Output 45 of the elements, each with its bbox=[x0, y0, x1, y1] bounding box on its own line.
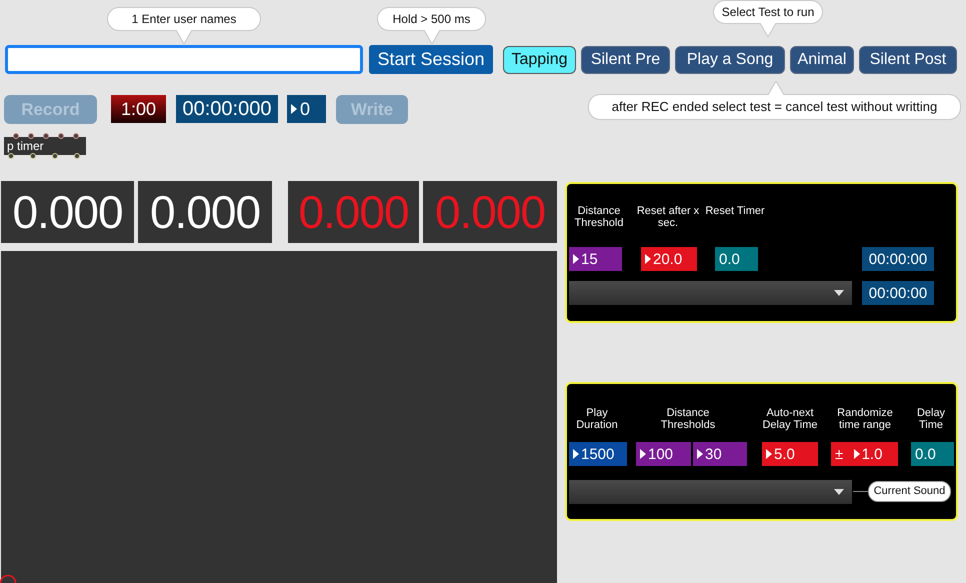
test-tab[interactable]: Silent Post bbox=[859, 46, 957, 74]
test-tab[interactable]: Silent Pre bbox=[581, 46, 670, 74]
clock-display: 00:00:00 bbox=[862, 247, 934, 271]
column-header: Distance Threshold bbox=[574, 205, 624, 229]
test-tab[interactable]: Animal bbox=[790, 46, 854, 74]
number-box[interactable]: 1500 bbox=[569, 442, 627, 466]
callout-pointer-icon bbox=[760, 23, 776, 37]
column-header: Delay Time bbox=[916, 407, 946, 431]
number-box[interactable]: 5.0 bbox=[762, 442, 818, 466]
leader-line bbox=[853, 491, 869, 492]
number-box[interactable]: 0.0 bbox=[911, 442, 954, 466]
start-session-button[interactable]: Start Session bbox=[369, 45, 493, 74]
clock-display: 00:00:000 bbox=[176, 95, 278, 123]
number-readout: 0.000 bbox=[298, 186, 409, 238]
caret-icon bbox=[834, 489, 844, 495]
subpatch-object[interactable]: p timer bbox=[4, 137, 86, 155]
number-readout: 0.000 bbox=[150, 186, 260, 238]
current-sound-label: Current Sound bbox=[868, 481, 951, 502]
number-box[interactable]: 100 bbox=[636, 442, 691, 466]
column-header: Reset after x sec. bbox=[636, 205, 700, 229]
number-box[interactable]: 15 bbox=[569, 247, 622, 271]
caret-icon bbox=[834, 290, 844, 296]
column-header: Play Duration bbox=[575, 407, 619, 431]
dropdown-menu[interactable] bbox=[569, 281, 852, 305]
test-tab[interactable]: Tapping bbox=[503, 46, 576, 74]
number-readout: 0.000 bbox=[434, 186, 546, 238]
number-box[interactable]: 0.0 bbox=[715, 247, 758, 271]
callout-pointer-icon bbox=[424, 30, 440, 44]
column-header: Auto-next Delay Time bbox=[761, 407, 819, 431]
triangle-icon bbox=[291, 104, 297, 114]
column-header: Randomize time range bbox=[836, 407, 894, 431]
callout-pointer-icon bbox=[768, 81, 784, 95]
number-box[interactable]: 20.0 bbox=[641, 247, 697, 271]
countdown-display: 1:00 bbox=[111, 95, 166, 123]
number-box[interactable]: 0 bbox=[287, 95, 326, 123]
clock-display: 00:00:00 bbox=[862, 281, 934, 305]
number-box[interactable]: 30 bbox=[693, 442, 747, 466]
number-readout: 0.000 bbox=[12, 186, 123, 238]
test-tab[interactable]: Play a Song bbox=[675, 46, 785, 74]
column-header: Reset Timer bbox=[705, 205, 765, 217]
callout-pointer-icon bbox=[176, 30, 192, 44]
column-header: Distance Thresholds bbox=[660, 407, 716, 431]
dropdown-menu[interactable] bbox=[569, 480, 852, 504]
number-box[interactable]: ± 1.0 bbox=[831, 442, 898, 466]
circle-marker-icon bbox=[0, 575, 17, 583]
